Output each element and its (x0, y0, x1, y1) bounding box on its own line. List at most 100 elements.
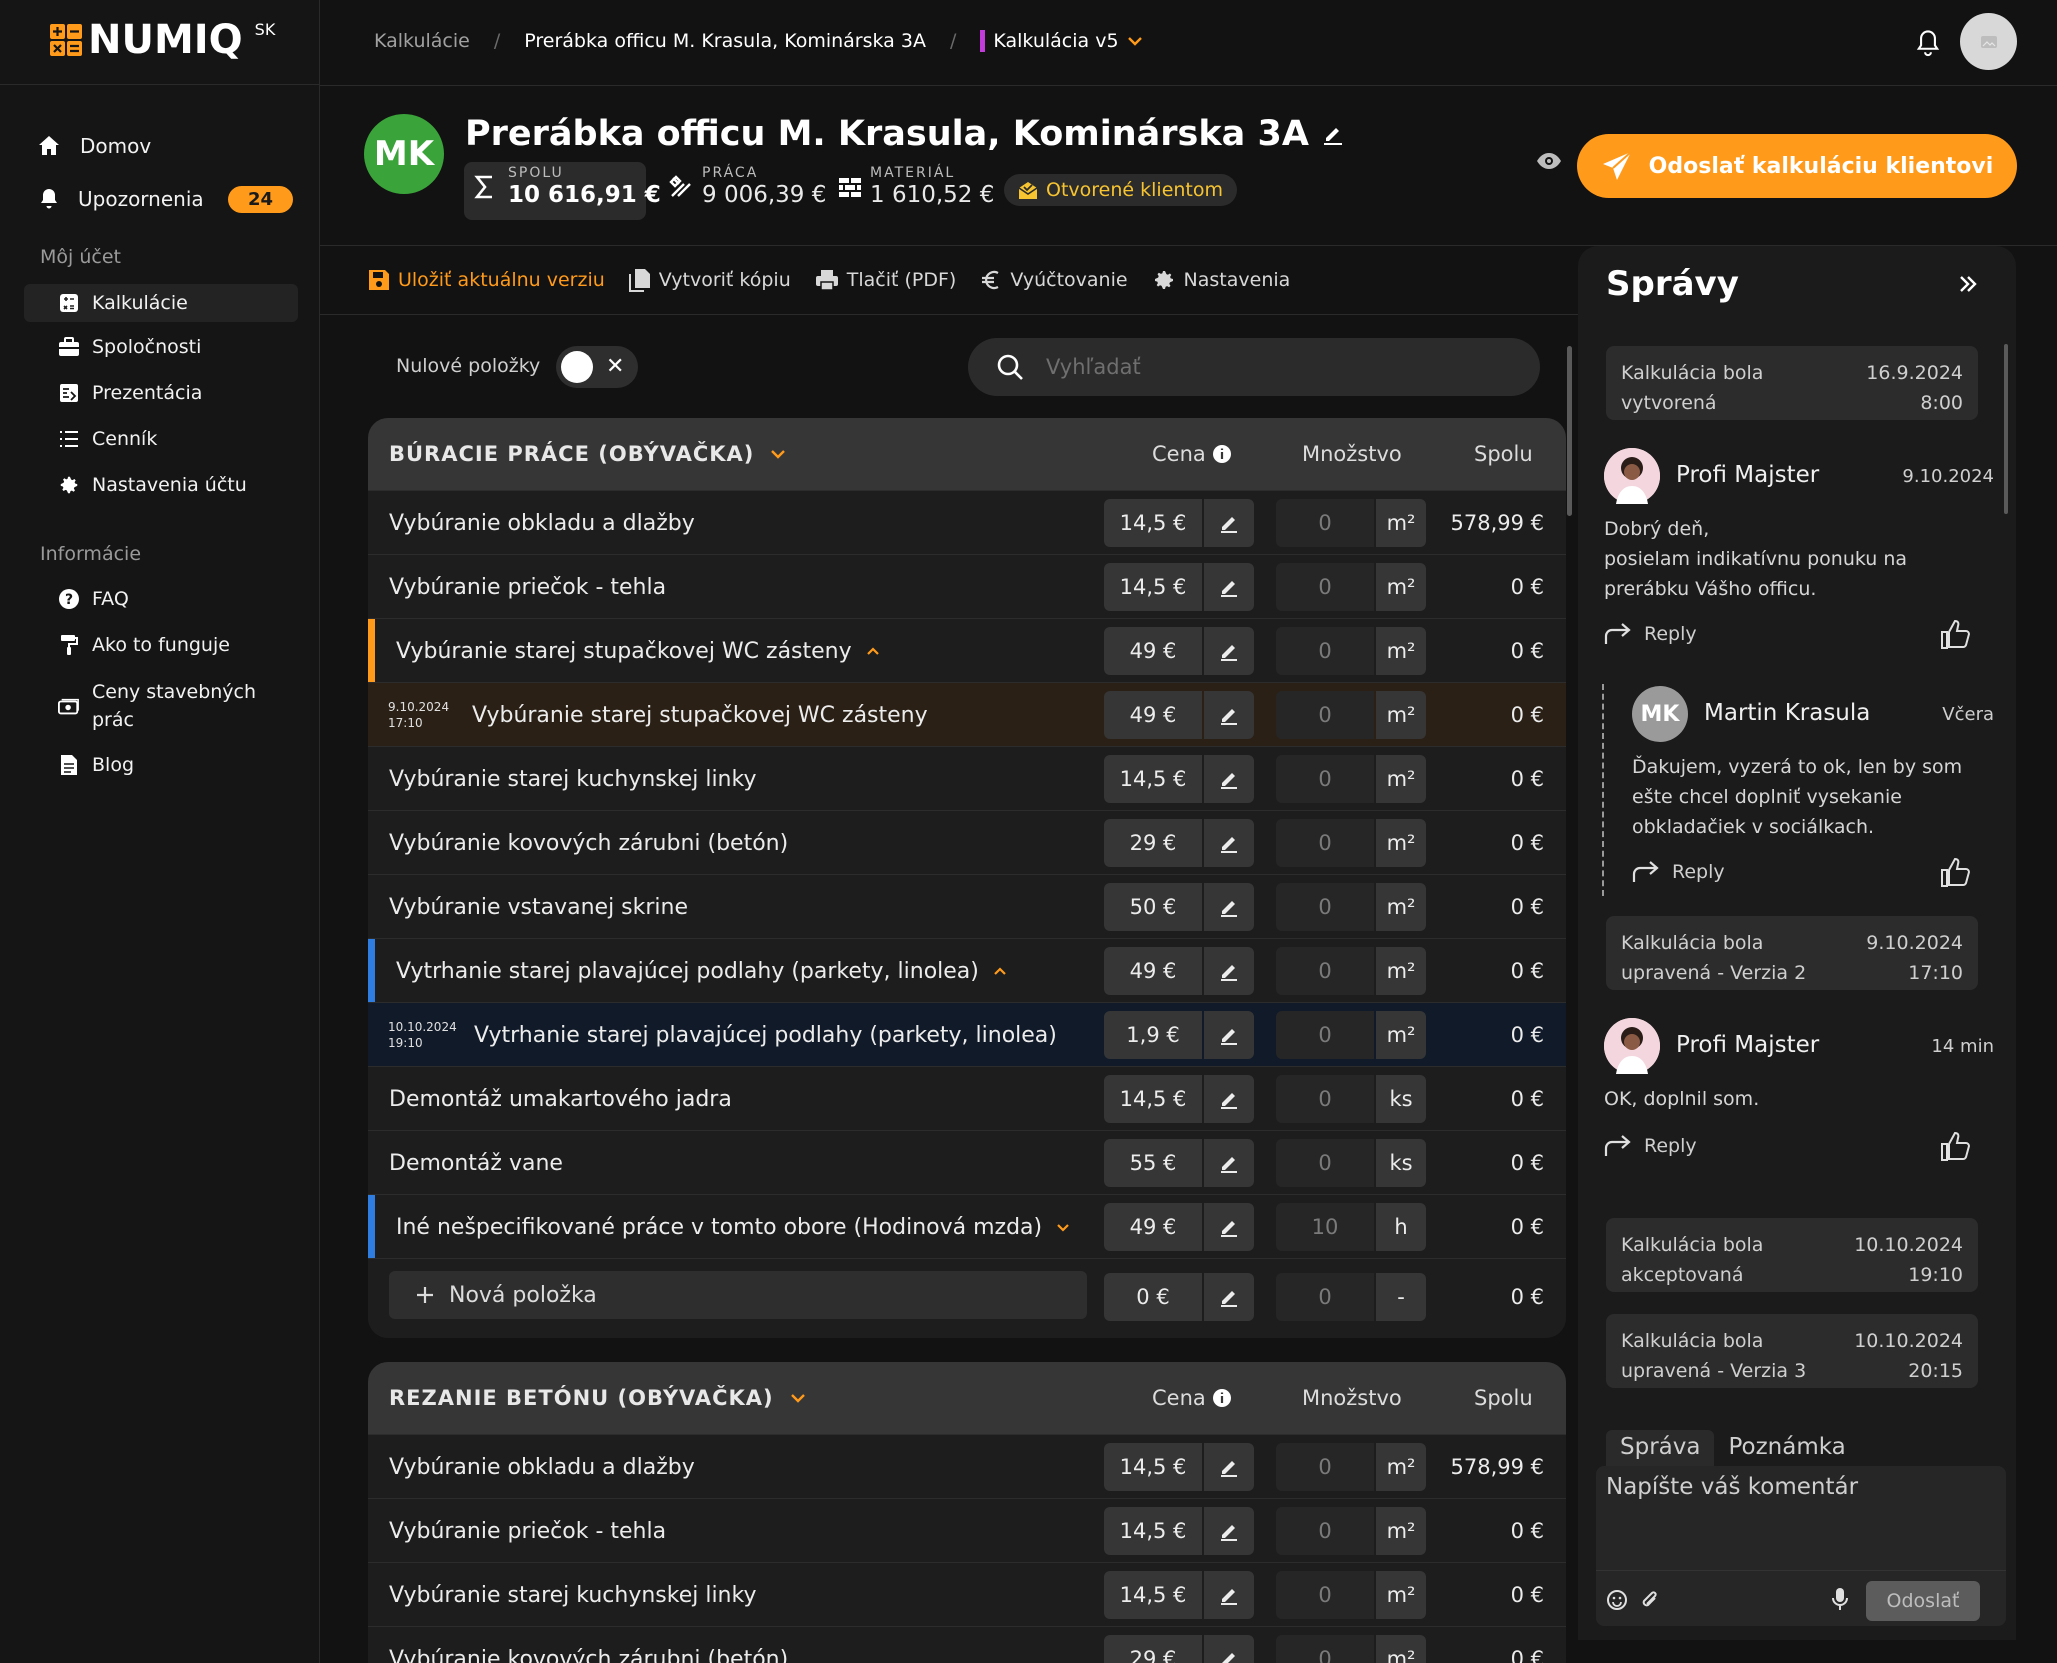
edit-price-button[interactable] (1204, 819, 1254, 867)
sidebar-item-spolocnosti[interactable]: Spoločnosti (58, 336, 201, 358)
quantity-input[interactable]: 0 (1276, 499, 1374, 547)
edit-price-button[interactable] (1204, 691, 1254, 739)
edit-price-button[interactable] (1204, 499, 1254, 547)
price-value[interactable]: 14,5 € (1104, 499, 1202, 547)
search-input[interactable] (1046, 355, 1486, 379)
paperclip-icon[interactable] (1638, 1589, 1660, 1611)
price-value[interactable]: 49 € (1104, 947, 1202, 995)
price-value[interactable]: 29 € (1104, 1635, 1202, 1663)
price-value[interactable]: 1,9 € (1104, 1011, 1202, 1059)
create-copy-button[interactable]: Vytvoriť kópiu (628, 268, 791, 292)
edit-price-button[interactable] (1204, 947, 1254, 995)
row-name[interactable]: Iné nešpecifikované práce v tomto obore … (396, 1215, 1070, 1240)
breadcrumb-project[interactable]: Prerábka officu M. Krasula, Kominárska 3… (524, 30, 926, 52)
quantity-input[interactable]: 0 (1276, 1507, 1374, 1555)
price-value[interactable]: 50 € (1104, 883, 1202, 931)
quantity-input[interactable]: 0 (1276, 819, 1374, 867)
edit-price-button[interactable] (1204, 755, 1254, 803)
tab-note[interactable]: Poznámka (1714, 1430, 1859, 1468)
chevron-down-icon[interactable] (1056, 1223, 1070, 1232)
sidebar-item-notifications[interactable]: Upozornenia 24 (36, 185, 356, 213)
price-value[interactable]: 14,5 € (1104, 1507, 1202, 1555)
edit-price-button[interactable] (1204, 627, 1254, 675)
edit-price-button[interactable] (1204, 1443, 1254, 1491)
logo[interactable]: NUMIQ SK (50, 20, 275, 60)
edit-price-button[interactable] (1204, 1571, 1254, 1619)
edit-price-button[interactable] (1204, 1139, 1254, 1187)
quantity-input[interactable]: 10 (1276, 1203, 1374, 1251)
reply-button[interactable]: Reply (1632, 860, 1725, 884)
price-value[interactable]: 49 € (1104, 691, 1202, 739)
price-value[interactable]: 49 € (1104, 1203, 1202, 1251)
price-value[interactable]: 29 € (1104, 819, 1202, 867)
section-title[interactable]: REZANIE BETÓNU (OBÝVAČKA) (389, 1386, 806, 1410)
print-pdf-button[interactable]: Tlačiť (PDF) (815, 269, 956, 291)
new-item-button[interactable]: Nová položka (389, 1271, 1087, 1319)
settings-button[interactable]: Nastavenia (1152, 268, 1290, 292)
sidebar-item-cennik[interactable]: Cenník (58, 428, 157, 450)
price-value[interactable]: 14,5 € (1104, 1075, 1202, 1123)
eye-icon[interactable] (1536, 152, 1562, 170)
quantity-input[interactable]: 0 (1276, 691, 1374, 739)
price-value[interactable]: 55 € (1104, 1139, 1202, 1187)
edit-price-button[interactable] (1204, 1011, 1254, 1059)
sidebar-item-nastavenia-uctu[interactable]: Nastavenia účtu (58, 474, 247, 496)
like-icon[interactable] (1940, 618, 1972, 650)
row-name[interactable]: Vytrhanie starej plavajúcej podlahy (par… (396, 959, 1007, 984)
info-icon[interactable] (1212, 444, 1232, 464)
row-name[interactable]: Vybúranie starej stupačkovej WC zásteny (396, 639, 880, 664)
edit-pencil-icon[interactable] (1323, 123, 1343, 145)
edit-price-button[interactable] (1204, 1075, 1254, 1123)
quantity-input[interactable]: 0 (1276, 1011, 1374, 1059)
quantity-input[interactable]: 0 (1276, 1443, 1374, 1491)
main-scrollbar[interactable] (1567, 346, 1572, 516)
price-value[interactable]: 14,5 € (1104, 563, 1202, 611)
microphone-icon[interactable] (1832, 1587, 1848, 1611)
sidebar-item-blog[interactable]: Blog (58, 754, 134, 776)
send-to-client-button[interactable]: Odoslať kalkuláciu klientovi (1577, 134, 2017, 198)
info-icon[interactable] (1212, 1388, 1232, 1408)
price-value[interactable]: 49 € (1104, 627, 1202, 675)
sidebar-item-ceny-stavebnych-prac[interactable]: Ceny stavebných prác (58, 678, 256, 734)
version-dropdown[interactable]: Kalkulácia v5 (980, 30, 1142, 52)
reply-button[interactable]: Reply (1604, 1134, 1697, 1158)
messages-scrollbar[interactable] (2004, 344, 2008, 514)
section-title[interactable]: BÚRACIE PRÁCE (OBÝVAČKA) (389, 442, 786, 466)
comment-input[interactable] (1606, 1474, 1996, 1554)
sidebar-item-kalkulacie[interactable]: Kalkulácie (24, 284, 298, 322)
edit-price-button[interactable] (1204, 1203, 1254, 1251)
billing-button[interactable]: Vyúčtovanie (980, 269, 1128, 291)
chevron-up-icon[interactable] (866, 647, 880, 656)
quantity-input[interactable]: 0 (1276, 755, 1374, 803)
user-avatar[interactable] (1960, 13, 2017, 70)
zero-items-toggle[interactable]: ✕ (556, 346, 638, 388)
sidebar-item-prezentacia[interactable]: Prezentácia (58, 382, 202, 404)
quantity-input[interactable]: 0 (1276, 1273, 1374, 1321)
price-value[interactable]: 14,5 € (1104, 1443, 1202, 1491)
edit-price-button[interactable] (1204, 1635, 1254, 1663)
edit-price-button[interactable] (1204, 883, 1254, 931)
quantity-input[interactable]: 0 (1276, 947, 1374, 995)
bell-icon[interactable] (1914, 28, 1942, 58)
edit-price-button[interactable] (1204, 1273, 1254, 1321)
quantity-input[interactable]: 0 (1276, 627, 1374, 675)
price-value[interactable]: 14,5 € (1104, 1571, 1202, 1619)
quantity-input[interactable]: 0 (1276, 563, 1374, 611)
edit-price-button[interactable] (1204, 1507, 1254, 1555)
quantity-input[interactable]: 0 (1276, 1075, 1374, 1123)
collapse-panel-icon[interactable] (1958, 274, 1978, 294)
quantity-input[interactable]: 0 (1276, 883, 1374, 931)
like-icon[interactable] (1940, 1130, 1972, 1162)
sidebar-item-faq[interactable]: ? FAQ (58, 588, 129, 610)
send-comment-button[interactable]: Odoslať (1866, 1581, 1980, 1621)
sidebar-item-home[interactable]: Domov (36, 133, 356, 159)
quantity-input[interactable]: 0 (1276, 1571, 1374, 1619)
save-version-button[interactable]: Uložiť aktuálnu verziu (368, 269, 605, 291)
emoji-icon[interactable] (1606, 1589, 1628, 1611)
sidebar-item-ako-to-funguje[interactable]: Ako to funguje (58, 634, 230, 656)
like-icon[interactable] (1940, 856, 1972, 888)
chevron-up-icon[interactable] (993, 967, 1007, 976)
tab-message[interactable]: Správa (1606, 1430, 1715, 1468)
edit-price-button[interactable] (1204, 563, 1254, 611)
price-value[interactable]: 14,5 € (1104, 755, 1202, 803)
